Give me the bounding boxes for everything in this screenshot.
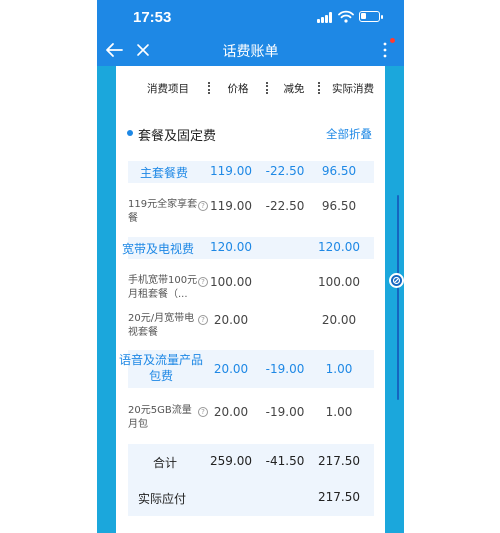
row-price: 120.00 xyxy=(210,240,252,254)
total-discount: -41.50 xyxy=(265,454,305,468)
status-time: 17:53 xyxy=(133,9,172,26)
payable-row: 实际应付 217.50 xyxy=(128,480,374,516)
background-left xyxy=(0,0,97,533)
row-actual: 96.50 xyxy=(321,199,357,213)
scrollbar[interactable] xyxy=(397,195,399,400)
status-bar: 17:53 xyxy=(97,0,404,36)
payable-actual: 217.50 xyxy=(318,490,360,504)
category-row: 宽带及电视费 120.00 120.00 xyxy=(122,237,374,259)
row-discount: -22.50 xyxy=(265,199,305,213)
nav-bar: 话费账单 xyxy=(97,36,404,66)
scroll-handle-icon[interactable] xyxy=(389,273,404,288)
row-actual: 120.00 xyxy=(318,240,360,254)
payable-label: 实际应付 xyxy=(137,492,186,506)
row-discount: -19.00 xyxy=(265,405,305,419)
row-actual: 100.00 xyxy=(318,275,360,289)
row-name: 宽带及电视费 xyxy=(122,242,195,256)
row-name: 手机宽带100元月租套餐（... xyxy=(128,275,198,300)
row-price: 20.00 xyxy=(213,405,249,419)
column-divider xyxy=(318,82,320,94)
row-price: 119.00 xyxy=(210,164,252,178)
column-header: 消费项目 价格 减免 实际消费 xyxy=(116,66,385,110)
column-price: 价格 xyxy=(227,83,249,95)
notification-dot xyxy=(390,38,395,43)
category-row: 语音及流量产品包费 20.00 -19.00 1.00 xyxy=(119,350,374,388)
total-price: 259.00 xyxy=(210,454,252,468)
column-item: 消费项目 xyxy=(147,83,189,95)
row-actual: 1.00 xyxy=(325,362,353,376)
row-price: 100.00 xyxy=(210,275,252,289)
collapse-all-button[interactable]: 全部折叠 xyxy=(326,126,372,142)
row-actual: 96.50 xyxy=(321,164,357,178)
item-row: 119元全家享套餐 ? 119.00 -22.50 96.50 xyxy=(128,194,374,228)
category-row: 主套餐费 119.00 -22.50 96.50 xyxy=(128,161,374,183)
column-actual: 实际消费 xyxy=(332,83,374,95)
item-row: 20元5GB流量月包 ? 20.00 -19.00 1.00 xyxy=(128,402,374,436)
column-divider xyxy=(208,82,210,94)
total-row: 合计 259.00 -41.50 217.50 xyxy=(128,444,374,480)
row-discount: -19.00 xyxy=(265,362,305,376)
total-label: 合计 xyxy=(152,456,177,470)
battery-icon xyxy=(359,11,383,22)
item-row: 手机宽带100元月租套餐（... ? 100.00 100.00 xyxy=(128,272,374,306)
row-actual: 20.00 xyxy=(321,313,357,327)
background-right xyxy=(404,0,500,533)
wifi-icon xyxy=(338,10,354,23)
section-header: 套餐及固定费 全部折叠 xyxy=(116,120,385,148)
row-price: 119.00 xyxy=(210,199,252,213)
section-title: 套餐及固定费 xyxy=(138,129,217,144)
page-title: 话费账单 xyxy=(222,44,279,60)
row-name: 20元/月宽带电视套餐 xyxy=(128,313,195,338)
column-discount: 减免 xyxy=(283,83,305,95)
row-price: 20.00 xyxy=(213,313,249,327)
row-discount: -22.50 xyxy=(265,164,305,178)
row-actual: 1.00 xyxy=(325,405,353,419)
row-price: 20.00 xyxy=(213,362,249,376)
row-name: 119元全家享套餐 xyxy=(128,199,198,224)
column-divider xyxy=(266,82,268,94)
more-menu-icon[interactable] xyxy=(380,40,390,60)
item-row: 20元/月宽带电视套餐 ? 20.00 20.00 xyxy=(128,310,374,344)
bill-content: 消费项目 价格 减免 实际消费 套餐及固定费 全部折叠 主套餐费 119.00 … xyxy=(116,66,385,533)
row-name: 20元5GB流量月包 xyxy=(128,405,192,430)
section-bullet-icon xyxy=(127,130,133,136)
total-actual: 217.50 xyxy=(318,454,360,468)
phone-screen: 17:53 话费账单 消费项目 价格 减免 实际消费 套餐及固定费 全部折叠 主… xyxy=(97,0,404,533)
row-name: 语音及流量产品包费 xyxy=(118,353,203,383)
signal-icon xyxy=(317,12,333,23)
